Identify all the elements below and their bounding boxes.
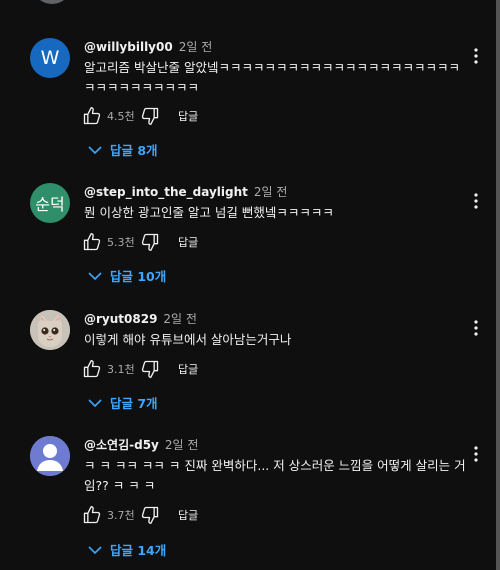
replies-label: 답글 14개 <box>110 543 167 558</box>
avatar-initial: W <box>40 47 60 69</box>
thumb-up-icon[interactable] <box>82 232 102 252</box>
comment-text: 알고리즘 박살난줄 알았넼ㅋㅋㅋㅋㅋㅋㅋㅋㅋㅋㅋㅋㅋㅋㅋㅋㅋㅋㅋㅋㅋㅋㅋㅋㅋㅋㅋ… <box>84 60 460 95</box>
comment-time[interactable]: 2일 전 <box>163 312 197 326</box>
replies-toggle[interactable]: 답글 8개 <box>88 140 158 159</box>
scrollbar-thumb[interactable] <box>496 0 500 570</box>
comment-author[interactable]: @소연김-d5y <box>84 438 159 452</box>
thumb-up-icon[interactable] <box>82 359 102 379</box>
comment-author[interactable]: @willybilly00 <box>84 40 173 54</box>
replies-toggle[interactable]: 답글 7개 <box>88 393 158 412</box>
reply-button[interactable]: 답글 <box>178 108 198 124</box>
like-count: 4.5천 <box>107 110 135 123</box>
comment-header: @ryut0829 2일 전 <box>84 310 197 327</box>
comment-header: @소연김-d5y 2일 전 <box>84 436 198 453</box>
comment-time[interactable]: 2일 전 <box>165 438 199 452</box>
comment-text: 이렇게 해야 유튜브에서 살아남는거구나 <box>84 332 292 347</box>
like-count: 3.7천 <box>107 509 135 522</box>
comment-actions: 3.7천 답글 <box>82 505 198 525</box>
thumb-down-icon[interactable] <box>140 359 160 379</box>
comment-header: @willybilly00 2일 전 <box>84 38 212 55</box>
chevron-down-icon <box>88 271 102 280</box>
like-count: 5.3천 <box>107 236 135 249</box>
comment-header: @step_into_the_daylight 2일 전 <box>84 183 287 200</box>
chevron-down-icon <box>88 398 102 407</box>
reply-button[interactable]: 답글 <box>178 361 198 377</box>
reply-button[interactable]: 답글 <box>178 234 198 250</box>
comment-text: 뭔 이상한 광고인줄 알고 넘길 뻔했넼ㅋㅋㅋㅋㅋ <box>84 205 334 220</box>
thumb-down-icon[interactable] <box>140 505 160 525</box>
comment-actions: 3.1천 답글 <box>82 359 198 379</box>
replies-label: 답글 10개 <box>110 269 167 284</box>
thumb-up-icon[interactable] <box>82 505 102 525</box>
chevron-down-icon <box>88 545 102 554</box>
comment-time[interactable]: 2일 전 <box>179 40 213 54</box>
more-vert-icon[interactable] <box>474 446 478 462</box>
comment-actions: 5.3천 답글 <box>82 232 198 252</box>
replies-toggle[interactable]: 답글 14개 <box>88 540 166 559</box>
thumb-down-icon[interactable] <box>140 106 160 126</box>
replies-toggle[interactable]: 답글 10개 <box>88 266 166 285</box>
more-vert-icon[interactable] <box>474 320 478 336</box>
default-user-icon <box>30 436 70 476</box>
thumb-up-icon[interactable] <box>82 106 102 126</box>
like-count: 3.1천 <box>107 363 135 376</box>
avatar[interactable] <box>30 310 70 350</box>
avatar[interactable]: 순덕 <box>30 183 70 223</box>
comment-actions: 4.5천 답글 <box>82 106 198 126</box>
replies-label: 답글 7개 <box>110 396 158 411</box>
more-vert-icon[interactable] <box>474 193 478 209</box>
more-vert-icon[interactable] <box>474 48 478 64</box>
thumb-down-icon[interactable] <box>140 232 160 252</box>
comment-author[interactable]: @ryut0829 <box>84 312 157 326</box>
avatar[interactable] <box>32 0 72 4</box>
comment-text: ㅋ ㅋ ㅋㅋ ㅋㅋ ㅋ 진짜 완벽하다... 저 상스러운 느낌을 어떻게 살리… <box>84 458 466 493</box>
cat-photo-icon <box>30 310 70 350</box>
avatar-initial: 순덕 <box>35 195 65 214</box>
reply-button[interactable]: 답글 <box>178 507 198 523</box>
chevron-down-icon <box>88 145 102 154</box>
comment-time[interactable]: 2일 전 <box>254 185 288 199</box>
comment-author[interactable]: @step_into_the_daylight <box>84 185 248 199</box>
avatar[interactable]: W <box>30 38 70 78</box>
replies-label: 답글 8개 <box>110 143 158 158</box>
avatar[interactable] <box>30 436 70 476</box>
